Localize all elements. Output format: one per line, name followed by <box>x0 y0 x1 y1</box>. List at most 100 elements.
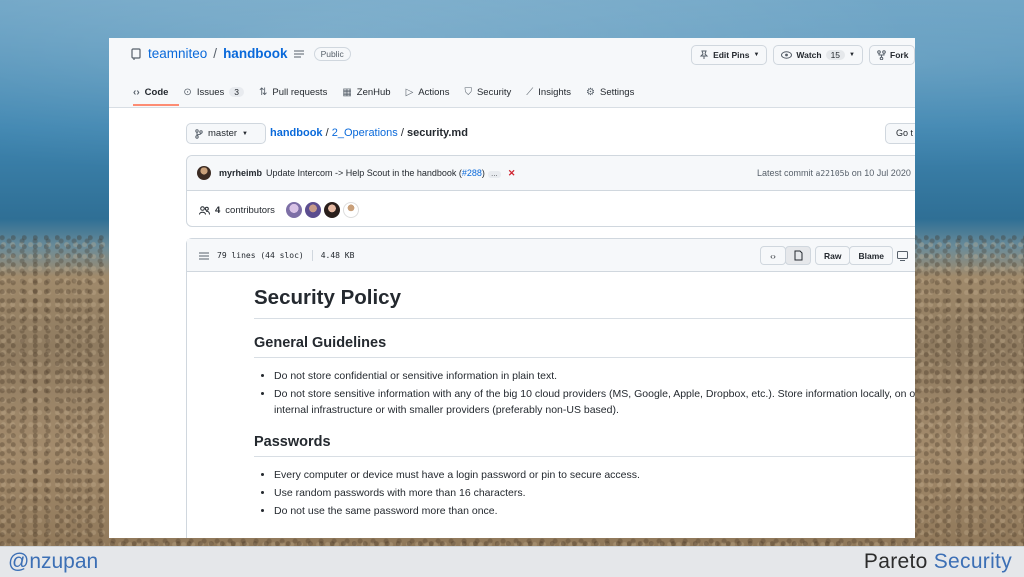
edit-pins-button[interactable]: Edit Pins ▼ <box>691 45 768 65</box>
file-size: 4.48 KB <box>320 251 355 260</box>
commit-row: myrheimb Update Intercom -> Help Scout i… <box>187 156 915 191</box>
graph-icon: ⟋ <box>526 86 534 98</box>
commit-date: on 10 Jul 2020 <box>851 168 911 178</box>
branch-select[interactable]: master ▼ <box>186 123 266 144</box>
repo-tabs: ‹› Code ⊙ Issues 3 ⇅ Pull requests ▦ Zen… <box>133 84 649 100</box>
close-icon[interactable]: ✕ <box>508 168 516 178</box>
issue-icon: ⊙ <box>183 86 192 98</box>
repo-separator: / <box>213 46 218 61</box>
watch-count: 15 <box>825 50 846 60</box>
markdown-body: Security Policy General Guidelines Do no… <box>254 286 915 521</box>
tab-pull-requests-label: Pull requests <box>272 86 328 98</box>
fork-label: Fork <box>890 50 909 60</box>
contributors-count[interactable]: 4 <box>215 205 220 216</box>
watch-label: Watch <box>796 50 822 60</box>
list-icon[interactable] <box>293 50 304 58</box>
blame-button[interactable]: Blame <box>849 246 893 265</box>
repo-owner-link[interactable]: teamniteo <box>148 46 207 61</box>
rendered-view-button[interactable] <box>785 246 811 265</box>
tab-settings-label: Settings <box>600 86 635 98</box>
issues-count: 3 <box>229 87 245 97</box>
github-screenshot: teamniteo / handbook Public Edit Pins ▼ … <box>109 38 915 538</box>
tab-zenhub-label: ZenHub <box>356 86 391 98</box>
breadcrumb-repo-link[interactable]: handbook <box>270 127 323 139</box>
tab-security[interactable]: ⛉ Security <box>464 84 519 100</box>
contributors-label[interactable]: contributors <box>225 205 275 216</box>
source-view-button[interactable]: ‹› <box>760 246 786 265</box>
repo-actions: Edit Pins ▼ Watch 15 ▼ Fork <box>691 45 915 65</box>
page-title: Security Policy <box>254 286 915 319</box>
watch-button[interactable]: Watch 15 ▼ <box>773 45 863 65</box>
tab-security-label: Security <box>476 86 512 98</box>
contributor-avatars <box>285 202 359 218</box>
gear-icon: ⚙ <box>586 86 595 98</box>
breadcrumb-separator: / <box>400 127 404 139</box>
author-handle: @nzupan <box>8 550 99 573</box>
file-header: 79 lines (44 sloc) 4.48 KB ‹› Raw Blame <box>187 239 915 272</box>
latest-commit-prefix: Latest commit <box>757 168 814 178</box>
commit-message: Update Intercom -> Help Scout in the han… <box>266 168 515 179</box>
commit-expand-button[interactable]: … <box>487 171 501 178</box>
commit-message-text[interactable]: Update Intercom -> Help Scout in the han… <box>266 168 462 178</box>
brand-word-pareto: Pareto <box>863 550 928 573</box>
breadcrumb-separator: / <box>325 127 329 139</box>
file-meta: 79 lines (44 sloc) 4.48 KB <box>199 250 354 261</box>
zenhub-icon: ▦ <box>342 86 352 98</box>
divider <box>311 250 313 261</box>
avatar[interactable] <box>304 202 321 218</box>
visibility-badge: Public <box>313 46 351 61</box>
fork-button[interactable]: Fork <box>869 45 915 65</box>
active-tab-underline <box>133 104 179 106</box>
section-heading: Passwords <box>254 434 915 457</box>
tab-issues-label: Issues <box>196 86 225 98</box>
people-icon <box>199 205 210 215</box>
avatar[interactable] <box>197 166 211 180</box>
repo-name-link[interactable]: handbook <box>223 46 288 61</box>
shield-icon: ⛉ <box>464 86 472 98</box>
tab-zenhub[interactable]: ▦ ZenHub <box>342 84 398 100</box>
commit-sha-link[interactable]: a22105b <box>816 169 850 178</box>
latest-commit-box: myrheimb Update Intercom -> Help Scout i… <box>186 155 915 227</box>
brand-logo: Pareto Security <box>864 550 1012 574</box>
section-heading: General Guidelines <box>254 335 915 358</box>
branch-name: master <box>208 128 238 139</box>
guidelines-list: Do not store confidential or sensitive i… <box>254 368 915 418</box>
brand-word-security: Security <box>933 550 1012 573</box>
tab-actions[interactable]: ▷ Actions <box>406 84 458 100</box>
monitor-icon[interactable] <box>897 250 908 261</box>
raw-button[interactable]: Raw <box>815 246 851 265</box>
tab-code-label: Code <box>144 86 169 98</box>
list-icon[interactable] <box>199 252 209 260</box>
contributors-row: 4 contributors <box>199 202 359 218</box>
edit-pins-label: Edit Pins <box>713 50 750 60</box>
tab-code[interactable]: ‹› Code <box>133 84 176 100</box>
tab-insights[interactable]: ⟋ Insights <box>526 84 579 100</box>
tab-insights-label: Insights <box>538 86 572 98</box>
file-lines: 79 lines (44 sloc) <box>217 251 304 260</box>
commit-author-link[interactable]: myrheimb <box>219 168 262 178</box>
repo-title: teamniteo / handbook Public <box>131 46 351 61</box>
avatar[interactable] <box>342 202 359 218</box>
code-icon: ‹› <box>133 86 140 98</box>
passwords-list: Every computer or device must have a log… <box>254 467 915 519</box>
go-to-file-button[interactable]: Go t <box>885 123 915 144</box>
repo-icon <box>131 47 142 60</box>
avatar[interactable] <box>323 202 340 218</box>
pull-request-icon: ⇅ <box>259 86 268 98</box>
breadcrumb-folder-link[interactable]: 2_Operations <box>332 127 398 139</box>
chevron-down-icon: ▼ <box>242 130 248 137</box>
commit-pr-link[interactable]: #288 <box>462 168 482 178</box>
tab-settings[interactable]: ⚙ Settings <box>586 84 642 100</box>
list-item: Do not store sensitive information with … <box>274 386 915 418</box>
avatar[interactable] <box>285 202 302 218</box>
file-viewer: 79 lines (44 sloc) 4.48 KB ‹› Raw Blame <box>186 238 915 538</box>
pin-icon <box>699 50 709 60</box>
eye-icon <box>781 51 793 59</box>
fork-icon <box>877 50 886 60</box>
list-item: Do not store confidential or sensitive i… <box>274 368 915 384</box>
commit-message-end: ) <box>481 168 485 178</box>
tab-issues[interactable]: ⊙ Issues 3 <box>183 84 252 100</box>
tab-pull-requests[interactable]: ⇅ Pull requests <box>259 84 335 100</box>
list-item: Use random passwords with more than 16 c… <box>274 485 915 501</box>
file-tools: ‹› Raw Blame <box>760 246 908 265</box>
